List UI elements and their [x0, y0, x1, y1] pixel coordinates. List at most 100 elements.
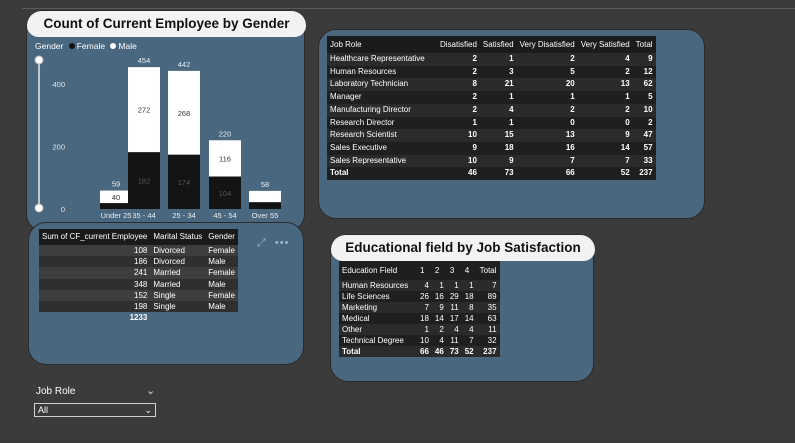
slicer-selected-value: All: [38, 405, 49, 415]
table-row: Manufacturing Director 2 4 2 2 10: [327, 103, 656, 117]
education-table-visual[interactable]: Educational field by Job Satisfaction Ed…: [330, 234, 595, 382]
cell-value: 7: [570, 155, 575, 165]
table-row: Human Resources 2 3 5 2 12: [327, 65, 656, 79]
data-label-total: 442: [178, 60, 191, 69]
row-label: Manufacturing Director: [330, 104, 411, 114]
table-row: Human Resources 4 1 1 1 7: [339, 280, 500, 291]
bar-female[interactable]: [100, 203, 132, 209]
cell-value: 57: [643, 142, 653, 152]
data-label-female: 174: [178, 178, 191, 187]
column-header[interactable]: Gender: [205, 229, 238, 245]
cell-value: 1: [472, 117, 477, 127]
total-value: 237: [639, 168, 653, 178]
focus-mode-icon[interactable]: ⤢: [257, 237, 266, 249]
cell-value: 7: [469, 336, 474, 345]
cell-value: 9: [509, 155, 514, 165]
column-header[interactable]: 4: [462, 261, 477, 280]
cell-marital: Married: [153, 268, 181, 278]
slider-handle-bottom[interactable]: [34, 203, 44, 213]
bar-female[interactable]: [249, 202, 281, 209]
cell-value: 2: [472, 54, 477, 63]
total-value: 46: [468, 168, 477, 178]
row-label: Laboratory Technician: [330, 79, 409, 89]
cell-value: 5: [648, 92, 653, 102]
cell-value: 2: [439, 325, 444, 334]
cell-value: 2: [648, 117, 653, 127]
column-header[interactable]: 2: [432, 261, 447, 280]
cell-value: 10: [643, 104, 653, 114]
column-header[interactable]: Total: [477, 261, 500, 280]
cell-value: 33: [643, 155, 653, 165]
job-role-slicer-dropdown[interactable]: All ⌄: [34, 403, 156, 417]
table-header-row: Sum of CF_current Employee Marital Statu…: [39, 229, 238, 245]
row-label: Life Sciences: [342, 292, 390, 301]
gender-chart-visual[interactable]: Count of Current Employee by Gender Gend…: [26, 10, 306, 232]
column-header[interactable]: Very Satisfied: [577, 36, 633, 53]
slider-handle-top[interactable]: [34, 55, 44, 65]
cell-gender: Male: [208, 279, 226, 289]
table-row: Medical 18 14 17 14 63: [339, 313, 500, 324]
cell-sum: 186: [134, 257, 148, 267]
column-header[interactable]: 3: [447, 261, 462, 280]
column-header[interactable]: 1: [417, 261, 432, 280]
cell-value: 17: [449, 314, 459, 323]
total-value: 66: [420, 347, 429, 356]
chevron-down-icon: ⌄: [144, 405, 152, 415]
cell-value: 2: [625, 66, 630, 76]
column-header[interactable]: Marital Status: [150, 229, 205, 245]
cell-value: 15: [504, 130, 514, 140]
cell-value: 18: [504, 142, 514, 152]
cell-value: 11: [450, 336, 459, 345]
y-tick-label: 200: [52, 143, 65, 152]
cell-value: 2: [570, 54, 575, 63]
column-header[interactable]: Total: [632, 36, 656, 53]
cell-value: 2: [472, 92, 477, 102]
cell-value: 35: [487, 303, 497, 312]
cell-value: 9: [625, 130, 630, 140]
cell-value: 9: [439, 303, 444, 312]
cell-value: 8: [472, 79, 477, 89]
row-label: Research Scientist: [330, 130, 397, 140]
bar-male[interactable]: [249, 190, 281, 203]
job-role-table-visual[interactable]: Job Role Disatisfied Satisfied Very Disa…: [318, 29, 705, 219]
column-header[interactable]: Sum of CF_current Employee: [39, 229, 150, 245]
table-row: Research Scientist 10 15 13 9 47: [327, 129, 656, 142]
table-row: Manager 2 1 1 1 5: [327, 91, 656, 104]
cell-value: 1: [625, 92, 630, 102]
cell-value: 7: [625, 155, 630, 165]
cell-value: 3: [509, 66, 514, 76]
cell-gender: Female: [208, 268, 235, 278]
cell-value: 14: [620, 142, 630, 152]
cell-sum: 348: [134, 279, 148, 289]
cell-value: 16: [434, 292, 444, 301]
table-row: Other 1 2 4 4 11: [339, 324, 500, 335]
y-tick-label: 0: [61, 205, 65, 214]
edu-title: Educational field by Job Satisfaction: [331, 235, 595, 261]
x-tick-label: 25 - 34: [172, 211, 195, 220]
column-header[interactable]: Very Disatisfied: [516, 36, 578, 53]
cell-value: 29: [449, 292, 459, 301]
column-header[interactable]: Education Field: [339, 261, 417, 280]
education-matrix: Education Field 1 2 3 4 Total Human Reso…: [339, 261, 500, 357]
employee-table: Sum of CF_current Employee Marital Statu…: [39, 229, 238, 324]
cell-value: 4: [424, 281, 429, 290]
chevron-down-icon[interactable]: ⌄: [146, 384, 155, 397]
total-label: Total: [330, 168, 349, 178]
cell-value: 47: [643, 130, 653, 140]
column-header[interactable]: Disatisfied: [437, 36, 480, 53]
cell-value: 21: [504, 79, 514, 89]
cell-value: 12: [643, 66, 653, 76]
total-value: 46: [434, 347, 444, 356]
employee-table-visual[interactable]: Sum of CF_current Employee Marital Statu…: [28, 222, 304, 365]
row-label: Technical Degree: [342, 336, 404, 345]
data-label-female: 182: [138, 177, 151, 186]
table-row: Life Sciences 26 16 29 18 89: [339, 291, 500, 302]
x-tick-label: 35 - 44: [132, 211, 155, 220]
data-label-total: 59: [112, 180, 120, 189]
total-value: 73: [449, 347, 459, 356]
column-header[interactable]: Job Role: [327, 36, 437, 53]
column-header[interactable]: Satisfied: [479, 36, 517, 53]
table-header-row: Education Field 1 2 3 4 Total: [339, 261, 500, 280]
table-row: Research Director 1 1 0 0 2: [327, 116, 656, 130]
more-options-icon[interactable]: •••: [275, 237, 290, 249]
